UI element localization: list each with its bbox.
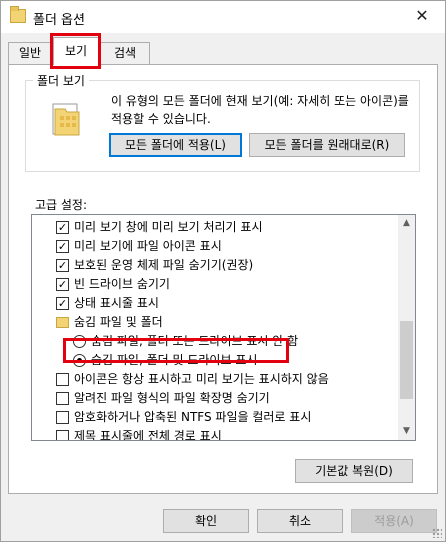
setting-row[interactable]: 숨김 파일, 폴더 및 드라이브 표시 — [32, 351, 398, 370]
checkbox[interactable] — [56, 430, 69, 440]
checkbox-checked[interactable]: ✓ — [56, 278, 69, 291]
setting-row[interactable]: ✓ 상태 표시줄 표시 — [32, 294, 398, 313]
setting-row[interactable]: 알려진 파일 형식의 파일 확장명 숨기기 — [32, 389, 398, 408]
checkbox[interactable] — [56, 373, 69, 386]
setting-row[interactable]: 아이콘은 항상 표시하고 미리 보기는 표시하지 않음 — [32, 370, 398, 389]
advanced-settings-label: 고급 설정: — [35, 198, 88, 212]
tab-search[interactable]: 검색 — [100, 42, 150, 64]
radio[interactable] — [73, 335, 86, 348]
apply-to-folders-button[interactable]: 모든 폴더에 적용(L) — [109, 133, 242, 157]
checkbox-checked[interactable]: ✓ — [56, 240, 69, 253]
setting-label: 숨김 파일, 폴더 및 드라이브 표시 — [91, 353, 258, 367]
scroll-down-icon[interactable]: ▼ — [398, 423, 415, 440]
checkbox-checked[interactable]: ✓ — [56, 297, 69, 310]
setting-label: 알려진 파일 형식의 파일 확장명 숨기기 — [74, 391, 270, 405]
resize-grip-icon — [432, 528, 442, 538]
folder-options-dialog: 폴더 옵션 ✕ 일반 보기 검색 폴더 보기 이 유형의 모든 폴더에 현재 보… — [0, 0, 446, 542]
setting-row[interactable]: 숨김 파일, 폴더 또는 드라이브 표시 안 함 — [32, 332, 398, 351]
folder-views-icon — [51, 101, 85, 137]
tree-scrollbar[interactable]: ▲ ▼ — [398, 215, 415, 440]
setting-row[interactable]: ✓ 빈 드라이브 숨기기 — [32, 275, 398, 294]
setting-row[interactable]: ✓ 미리 보기 창에 미리 보기 처리기 표시 — [32, 218, 398, 237]
window-title: 폴더 옵션 — [33, 13, 85, 28]
folder-icon — [56, 317, 69, 328]
scroll-up-icon[interactable]: ▲ — [398, 215, 415, 232]
close-button[interactable]: ✕ — [399, 1, 445, 32]
setting-row[interactable]: 숨김 파일 및 폴더 — [32, 313, 398, 332]
restore-defaults-button[interactable]: 기본값 복원(D) — [295, 459, 413, 483]
checkbox-checked[interactable]: ✓ — [56, 259, 69, 272]
folder-views-label: 폴더 보기 — [33, 72, 89, 89]
setting-row[interactable]: ✓ 미리 보기에 파일 아이콘 표시 — [32, 237, 398, 256]
setting-label: 아이콘은 항상 표시하고 미리 보기는 표시하지 않음 — [74, 372, 329, 386]
checkbox[interactable] — [56, 392, 69, 405]
folder-views-description: 이 유형의 모든 폴더에 현재 보기(예: 자세히 또는 아이콘)를 적용할 수… — [111, 94, 409, 126]
advanced-settings-tree[interactable]: ✓ 미리 보기 창에 미리 보기 처리기 표시 ✓ 미리 보기에 파일 아이콘 표시 ✓… — [31, 214, 416, 441]
folder-icon — [10, 6, 26, 23]
title-bar: 폴더 옵션 ✕ — [1, 1, 445, 33]
scroll-thumb[interactable] — [400, 321, 413, 399]
setting-label: 보호된 운영 체제 파일 숨기기(권장) — [74, 258, 254, 272]
cancel-button[interactable]: 취소 — [257, 509, 343, 533]
setting-label: 상태 표시줄 표시 — [74, 296, 159, 310]
apply-button[interactable]: 적용(A) — [351, 509, 437, 533]
setting-row[interactable]: 제목 표시줄에 전체 경로 표시 — [32, 427, 398, 440]
setting-label: 미리 보기 창에 미리 보기 처리기 표시 — [74, 220, 263, 234]
ok-button[interactable]: 확인 — [163, 509, 249, 533]
advanced-settings-list: ✓ 미리 보기 창에 미리 보기 처리기 표시 ✓ 미리 보기에 파일 아이콘 표시 ✓… — [32, 215, 398, 440]
setting-row[interactable]: 암호화하거나 압축된 NTFS 파일을 컬러로 표시 — [32, 408, 398, 427]
setting-label: 숨김 파일, 폴더 또는 드라이브 표시 안 함 — [91, 334, 299, 348]
setting-label: 암호화하거나 압축된 NTFS 파일을 컬러로 표시 — [74, 410, 312, 424]
checkbox-checked[interactable]: ✓ — [56, 221, 69, 234]
reset-folders-button[interactable]: 모든 폴더를 원래대로(R) — [249, 133, 405, 157]
setting-label: 제목 표시줄에 전체 경로 표시 — [74, 429, 222, 440]
setting-label: 숨김 파일 및 폴더 — [74, 315, 163, 329]
setting-row[interactable]: ✓ 보호된 운영 체제 파일 숨기기(권장) — [32, 256, 398, 275]
tab-general[interactable]: 일반 — [8, 42, 52, 64]
setting-label: 미리 보기에 파일 아이콘 표시 — [74, 239, 222, 253]
tab-view[interactable]: 보기 — [53, 37, 99, 65]
checkbox[interactable] — [56, 411, 69, 424]
setting-label: 빈 드라이브 숨기기 — [74, 277, 170, 291]
radio-selected[interactable] — [73, 354, 86, 367]
